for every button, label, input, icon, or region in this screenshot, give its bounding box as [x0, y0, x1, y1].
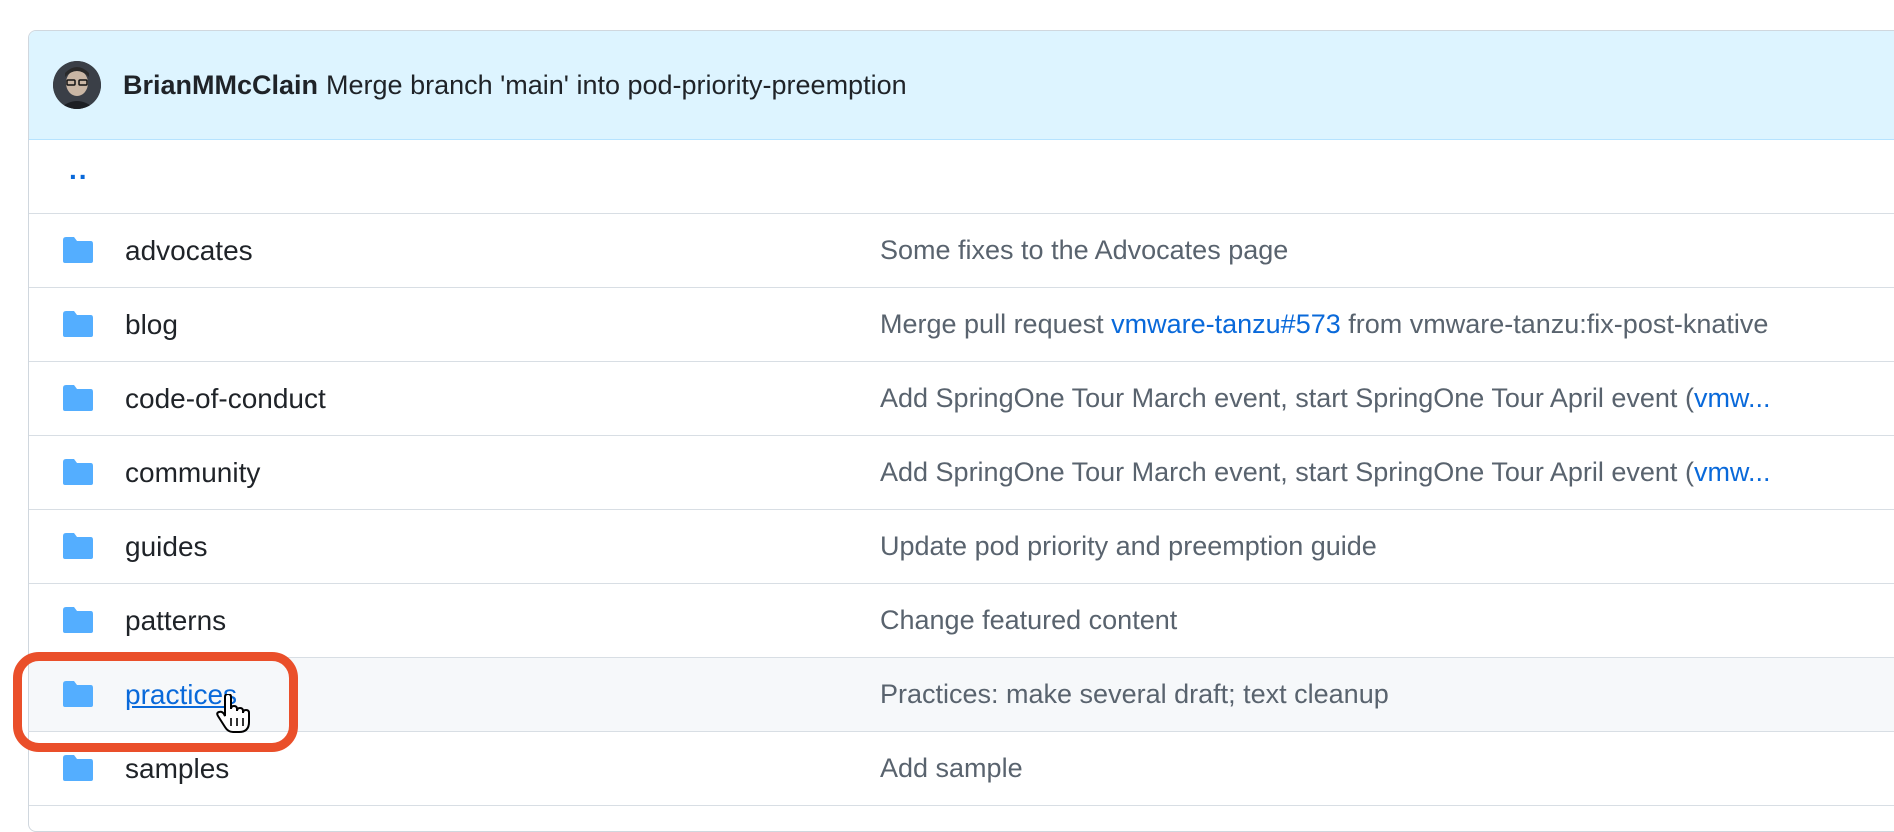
commit-message: Add SpringOne Tour March event, start Sp… — [880, 383, 1770, 414]
folder-name[interactable]: blog — [125, 309, 178, 341]
table-row[interactable]: blog Merge pull request vmware-tanzu#573… — [29, 288, 1894, 362]
highlight-annotation — [13, 652, 298, 752]
table-row[interactable]: code-of-conduct Add SpringOne Tour March… — [29, 362, 1894, 436]
folder-icon — [63, 311, 93, 337]
pull-request-link[interactable]: vmw... — [1694, 457, 1771, 487]
folder-icon — [63, 385, 93, 411]
folder-icon — [63, 607, 93, 633]
folder-name[interactable]: code-of-conduct — [125, 383, 326, 415]
commit-text[interactable]: Merge pull request — [880, 309, 1111, 339]
commit-message[interactable]: Some fixes to the Advocates page — [880, 235, 1288, 266]
folder-name[interactable]: samples — [125, 753, 229, 785]
hand-cursor-icon — [216, 694, 250, 733]
table-row[interactable]: advocates Some fixes to the Advocates pa… — [29, 214, 1894, 288]
commit-message[interactable]: Add sample — [880, 753, 1023, 784]
folder-name[interactable]: patterns — [125, 605, 226, 637]
commit-author[interactable]: BrianMMcClain — [123, 70, 318, 101]
commit-message[interactable]: Update pod priority and preemption guide — [880, 531, 1377, 562]
folder-name[interactable]: advocates — [125, 235, 253, 267]
folder-icon — [63, 755, 93, 781]
parent-directory-row[interactable]: .. — [29, 140, 1894, 214]
commit-message: Add SpringOne Tour March event, start Sp… — [880, 457, 1770, 488]
pull-request-link[interactable]: vmw... — [1694, 383, 1771, 413]
avatar[interactable] — [53, 61, 101, 109]
pull-request-link[interactable]: vmware-tanzu#573 — [1111, 309, 1341, 339]
commit-message[interactable]: Merge branch 'main' into pod-priority-pr… — [326, 70, 907, 101]
commit-text[interactable]: Add SpringOne Tour March event, start Sp… — [880, 383, 1694, 413]
folder-icon — [63, 237, 93, 263]
table-row[interactable]: community Add SpringOne Tour March event… — [29, 436, 1894, 510]
table-row[interactable]: samples Add sample — [29, 732, 1894, 806]
folder-name[interactable]: guides — [125, 531, 208, 563]
latest-commit-header: BrianMMcClain Merge branch 'main' into p… — [29, 31, 1894, 140]
commit-message[interactable]: Change featured content — [880, 605, 1177, 636]
table-row[interactable]: patterns Change featured content — [29, 584, 1894, 658]
commit-text[interactable]: Add SpringOne Tour March event, start Sp… — [880, 457, 1694, 487]
folder-icon — [63, 533, 93, 559]
table-row[interactable]: guides Update pod priority and preemptio… — [29, 510, 1894, 584]
file-list: BrianMMcClain Merge branch 'main' into p… — [28, 30, 1894, 832]
parent-directory-link[interactable]: .. — [69, 154, 89, 186]
commit-message: Merge pull request vmware-tanzu#573 from… — [880, 309, 1768, 340]
commit-message[interactable]: Practices: make several draft; text clea… — [880, 679, 1389, 710]
folder-name[interactable]: community — [125, 457, 260, 489]
commit-text[interactable]: from vmware-tanzu:fix-post-knative — [1341, 309, 1768, 339]
folder-icon — [63, 459, 93, 485]
table-row[interactable]: practices Practices: make several draft;… — [29, 658, 1894, 732]
